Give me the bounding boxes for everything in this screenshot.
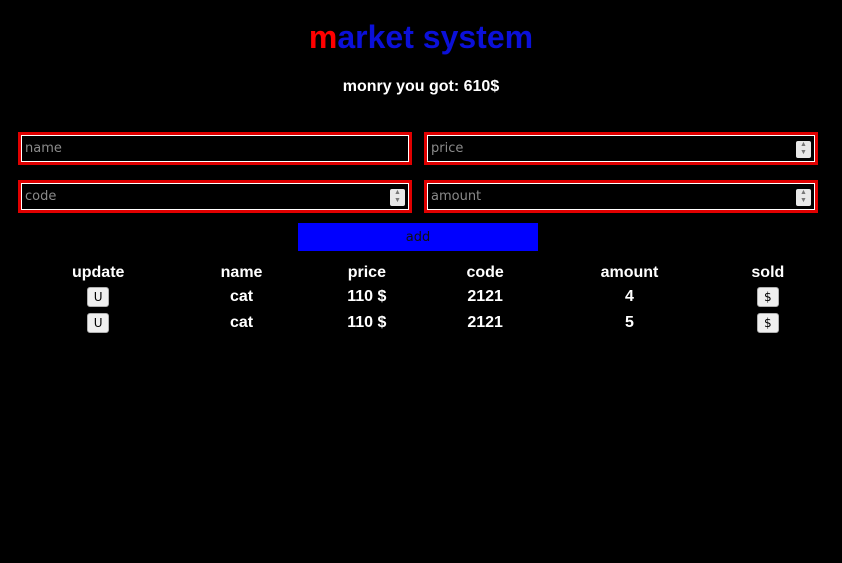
sell-button[interactable]: $ xyxy=(756,287,779,307)
header-name: name xyxy=(220,264,263,281)
name-input[interactable] xyxy=(21,135,409,162)
products-table: update name price code amount sold U cat… xyxy=(18,262,818,336)
spinner-up-icon[interactable]: ▲ xyxy=(796,189,811,197)
cell-name: cat xyxy=(229,314,254,331)
cell-code: 2121 xyxy=(467,288,503,305)
money-balance: monry you got: 610$ xyxy=(342,78,500,95)
cell-update: U xyxy=(18,284,178,310)
price-input[interactable] xyxy=(427,135,815,162)
price-spinner[interactable]: ▲ ▼ xyxy=(796,141,811,158)
price-field-wrapper: ▲ ▼ xyxy=(424,132,818,165)
update-button[interactable]: U xyxy=(87,287,110,307)
spinner-down-icon[interactable]: ▼ xyxy=(796,149,811,157)
market-system-page: market system monry you got: 610$ ▲ ▼ ▲ … xyxy=(0,0,842,563)
header-sold: sold xyxy=(751,264,785,281)
cell-amount: 4 xyxy=(625,288,634,305)
cell-sold: $ xyxy=(718,310,818,336)
cell-amount: 5 xyxy=(625,314,634,331)
page-title: market system xyxy=(0,18,842,56)
code-input[interactable] xyxy=(21,183,409,210)
cell-name: cat xyxy=(229,288,254,305)
name-field-wrapper xyxy=(18,132,412,165)
amount-input[interactable] xyxy=(427,183,815,210)
cell-update: U xyxy=(18,310,178,336)
header-amount: amount xyxy=(600,264,659,281)
code-spinner[interactable]: ▲ ▼ xyxy=(390,189,405,206)
spinner-up-icon[interactable]: ▲ xyxy=(796,141,811,149)
header-update: update xyxy=(71,264,125,281)
spinner-up-icon[interactable]: ▲ xyxy=(390,189,405,197)
spinner-down-icon[interactable]: ▼ xyxy=(796,197,811,205)
add-button[interactable]: add xyxy=(298,223,538,251)
table-header-row: update name price code amount sold xyxy=(18,262,818,284)
cell-sold: $ xyxy=(718,284,818,310)
title-first-letter: m xyxy=(308,19,338,55)
amount-spinner[interactable]: ▲ ▼ xyxy=(796,189,811,206)
header-code: code xyxy=(466,264,504,281)
header-price: price xyxy=(347,264,386,281)
spinner-down-icon[interactable]: ▼ xyxy=(390,197,405,205)
table-row: U cat 110 $ 2121 5 $ xyxy=(18,310,818,336)
code-field-wrapper: ▲ ▼ xyxy=(18,180,412,213)
cell-price: 110 $ xyxy=(347,288,387,305)
title-rest: arket system xyxy=(337,19,534,55)
update-button[interactable]: U xyxy=(87,313,110,333)
cell-price: 110 $ xyxy=(347,314,387,331)
amount-field-wrapper: ▲ ▼ xyxy=(424,180,818,213)
cell-code: 2121 xyxy=(467,314,503,331)
table-row: U cat 110 $ 2121 4 $ xyxy=(18,284,818,310)
sell-button[interactable]: $ xyxy=(756,313,779,333)
